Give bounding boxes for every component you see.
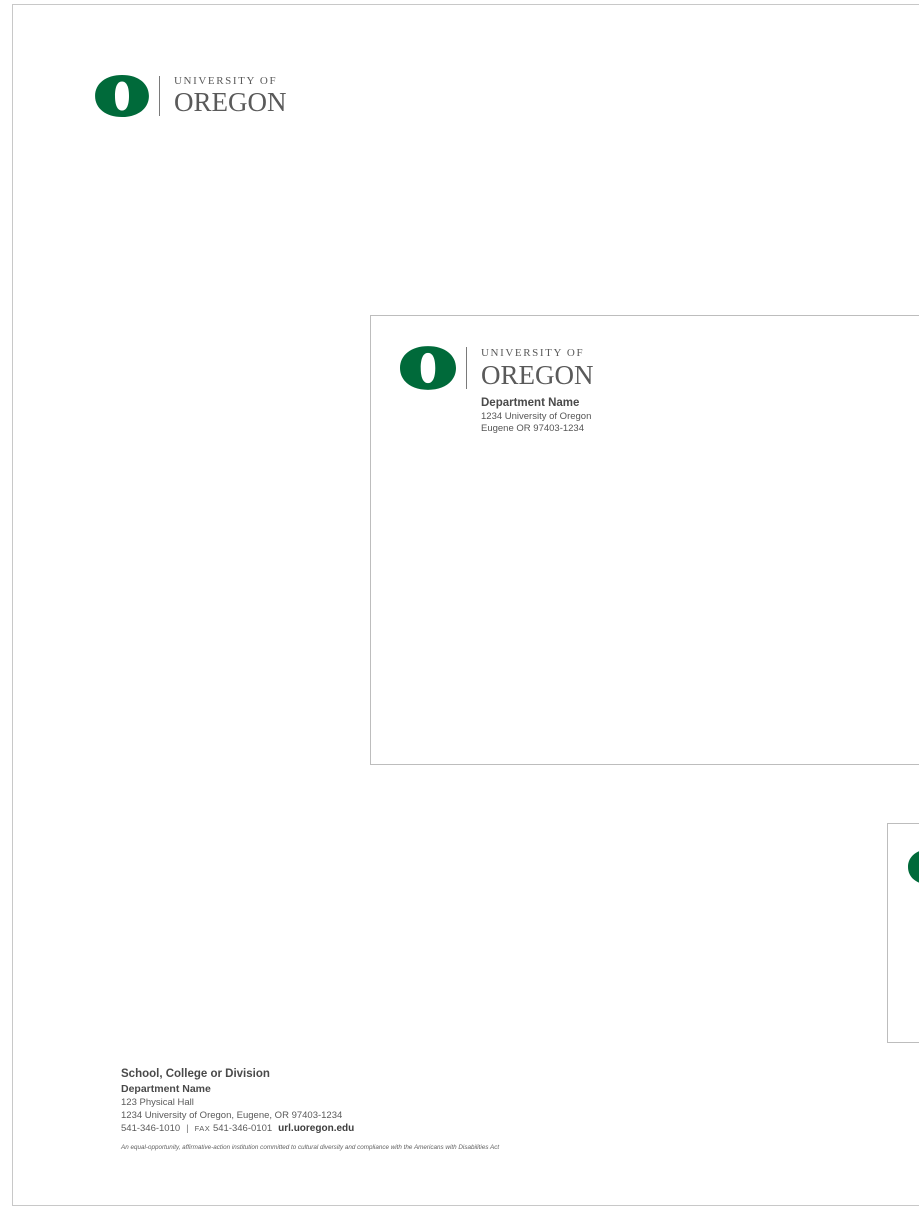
envelope: UNIVERSITY OF OREGON Department Name 123… — [370, 315, 919, 765]
logo-divider — [159, 76, 160, 116]
logo-wordmark: UNIVERSITY OF OREGON — [174, 76, 287, 116]
footer-building: 123 Physical Hall — [121, 1097, 194, 1108]
envelope-address-line1: 1234 University of Oregon — [481, 411, 592, 422]
letterhead-logo: UNIVERSITY OF OREGON — [95, 75, 287, 117]
footer-address: 1234 University of Oregon, Eugene, OR 97… — [121, 1110, 343, 1121]
footer-phone: 541-346-1010 — [121, 1123, 181, 1134]
footer-school: School, College or Division — [121, 1068, 270, 1080]
o-mark-icon — [95, 75, 149, 117]
o-mark-icon — [400, 346, 456, 390]
footer-fax-label: FAX — [194, 1124, 211, 1133]
envelope-return-address: Department Name 1234 University of Orego… — [481, 396, 591, 435]
footer-fax: 541-346-0101 — [212, 1123, 273, 1134]
footer-url: url.uoregon.edu — [278, 1123, 355, 1134]
logo-wordmark: UNIVERSITY OF OREGON — [481, 346, 594, 390]
footer-department: Department Name — [121, 1083, 211, 1095]
footer-contact: 541-346-1010 | FAX 541-346-0101 url.uoregon… — [121, 1122, 821, 1135]
footer-eeo-statement: An equal-opportunity, affirmative-action… — [121, 1144, 500, 1151]
logo-oregon: OREGON — [174, 87, 287, 117]
logo-divider — [466, 347, 467, 389]
business-card — [887, 823, 919, 1043]
logo-university-of: UNIVERSITY OF — [174, 75, 278, 87]
letterhead-footer: School, College or Division Department N… — [121, 1067, 821, 1151]
envelope-address-line2: Eugene OR 97403-1234 — [481, 423, 584, 434]
logo-oregon: OREGON — [481, 359, 594, 390]
envelope-logo: UNIVERSITY OF OREGON — [400, 346, 594, 390]
envelope-department: Department Name — [481, 397, 580, 409]
footer-separator: | — [186, 1123, 189, 1134]
o-mark-icon — [908, 851, 919, 883]
logo-university-of: UNIVERSITY OF — [481, 346, 585, 359]
